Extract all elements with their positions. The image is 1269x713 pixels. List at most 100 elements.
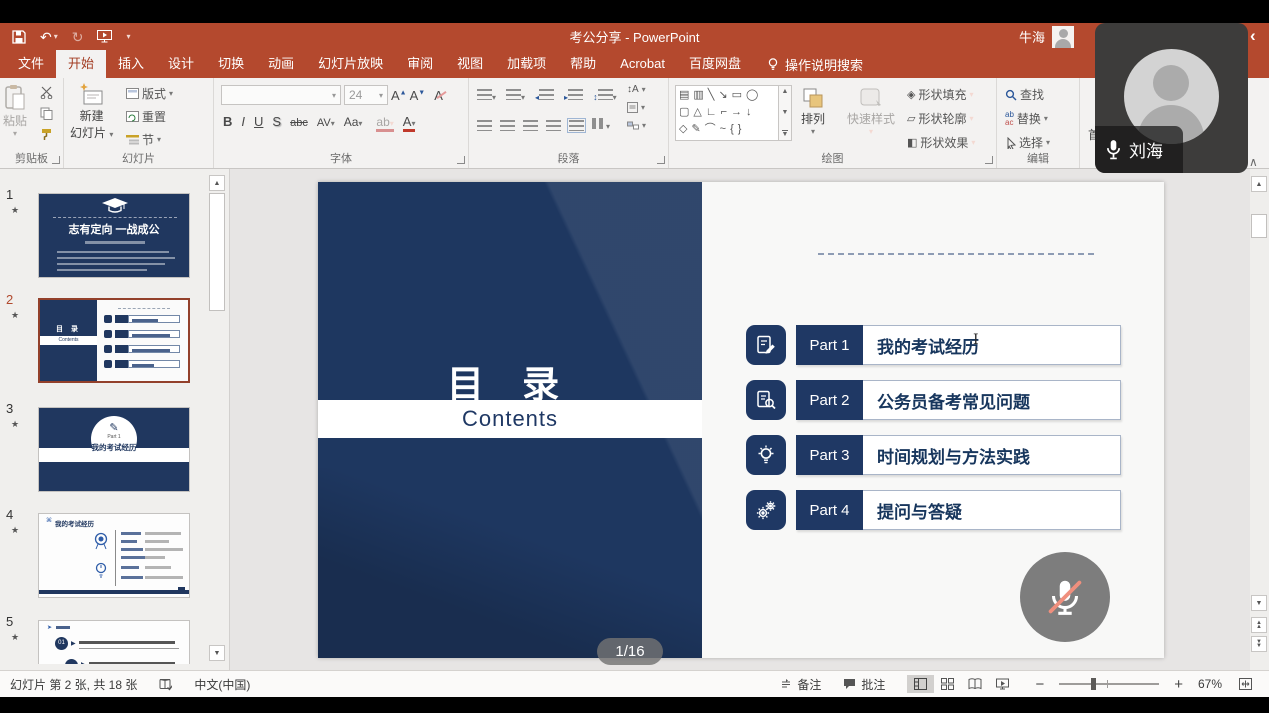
scroll-up-icon[interactable]: ▲	[209, 175, 225, 191]
slide-thumbnail-3[interactable]: ✎ Part 1 我的考试经历	[38, 407, 190, 492]
arrange-button[interactable]: 排列▾	[801, 86, 825, 136]
spellcheck-icon[interactable]	[159, 678, 172, 691]
text-direction-button[interactable]: ↕A▾	[627, 84, 646, 95]
next-slide-icon[interactable]: ▼▼	[1251, 636, 1267, 652]
zoom-level[interactable]: 67%	[1198, 677, 1222, 691]
tab-home[interactable]: 开始	[56, 50, 106, 78]
decrease-indent-button[interactable]: ◂	[535, 87, 554, 105]
tab-help[interactable]: 帮助	[558, 50, 608, 78]
start-slideshow-icon[interactable]	[97, 30, 112, 43]
account-area[interactable]: 牛海	[1019, 23, 1074, 50]
bold-button[interactable]: B	[223, 114, 232, 129]
collapse-ribbon-icon[interactable]: ∧	[1249, 155, 1258, 169]
account-avatar[interactable]	[1052, 26, 1074, 48]
format-painter-icon[interactable]	[40, 128, 53, 141]
columns-button[interactable]: ▾	[592, 116, 610, 134]
tell-me-search[interactable]: 操作说明搜索	[767, 50, 863, 78]
slide-thumbnail-1[interactable]: 志有定向 一战成公	[38, 193, 190, 278]
tab-file[interactable]: 文件	[6, 50, 56, 78]
align-left-button[interactable]	[477, 120, 492, 131]
zoom-slider-thumb[interactable]	[1091, 678, 1096, 690]
reading-view-button[interactable]	[961, 675, 989, 693]
tab-slideshow[interactable]: 幻灯片放映	[306, 50, 395, 78]
tab-design[interactable]: 设计	[156, 50, 206, 78]
toc-item-1[interactable]: Part 1我的考试经历	[746, 325, 1126, 365]
tab-animations[interactable]: 动画	[256, 50, 306, 78]
thumbnail-scrollbar[interactable]: ▲ ▼	[209, 173, 226, 665]
slideshow-view-button[interactable]	[989, 675, 1016, 693]
underline-button[interactable]: U	[254, 114, 263, 129]
grow-font-button[interactable]: A▲	[391, 88, 407, 103]
redo-icon[interactable]: ↻	[72, 30, 84, 44]
scroll-down-icon[interactable]: ▼	[1251, 595, 1267, 611]
slide-thumbnail-5[interactable]: ➤ 01 ▶ ▶	[38, 620, 190, 664]
tab-baidu-netdisk[interactable]: 百度网盘	[677, 50, 753, 78]
character-spacing-button[interactable]: AV▾	[317, 117, 335, 129]
fit-slide-to-window-icon[interactable]	[1232, 675, 1259, 693]
toc-item-3[interactable]: Part 3时间规划与方法实践	[746, 435, 1126, 475]
zoom-slider[interactable]	[1059, 683, 1159, 685]
paste-button[interactable]: 粘贴▾	[3, 84, 27, 138]
slide-thumbnail-2-selected[interactable]: 目 录 Contents	[38, 298, 190, 383]
tab-transitions[interactable]: 切换	[206, 50, 256, 78]
tab-insert[interactable]: 插入	[106, 50, 156, 78]
shape-fill-button[interactable]: ◈形状填充▾	[907, 86, 975, 103]
text-highlight-button[interactable]: ab▾	[376, 115, 393, 132]
language-status[interactable]: 中文(中国)	[194, 676, 250, 693]
font-name-combo[interactable]: ▾	[221, 85, 341, 105]
toc-item-2[interactable]: Part 2公务员备考常见问题	[746, 380, 1126, 420]
align-right-button[interactable]	[523, 120, 538, 131]
tab-addins[interactable]: 加载项	[495, 50, 558, 78]
justify-button[interactable]	[546, 120, 561, 131]
quick-styles-button[interactable]: 快速样式▾	[847, 86, 895, 136]
align-center-button[interactable]	[500, 120, 515, 131]
dialog-launcher-icon[interactable]	[52, 156, 60, 164]
toc-item-4[interactable]: Part 4提问与答疑	[746, 490, 1126, 530]
text-shadow-button[interactable]: S	[272, 114, 281, 129]
distribute-text-button[interactable]	[569, 120, 584, 131]
font-color-button[interactable]: A▾	[403, 114, 416, 132]
customize-qat-icon[interactable]: ▾	[126, 33, 130, 41]
bullets-button[interactable]: ▾	[477, 87, 496, 105]
microphone-muted-button[interactable]	[1020, 552, 1110, 642]
select-button[interactable]: 选择▾	[1005, 134, 1050, 151]
replace-button[interactable]: abac替换▾	[1005, 110, 1050, 127]
shapes-gallery-scroll[interactable]: ▲▼▼	[779, 85, 792, 141]
line-spacing-button[interactable]: ↕▾	[593, 87, 617, 105]
scrollbar-thumb[interactable]	[209, 193, 225, 311]
dialog-launcher-icon[interactable]	[457, 156, 465, 164]
shapes-gallery[interactable]: ▤▥╲↘▭◯ ▢△∟⌐→↓ ◇✎⌒~{}	[675, 85, 779, 141]
copy-icon[interactable]	[40, 107, 53, 120]
save-icon[interactable]	[12, 30, 26, 44]
section-button[interactable]: 节▾	[126, 131, 173, 148]
scrollbar-thumb[interactable]	[1251, 214, 1267, 238]
zoom-in-icon[interactable]: +	[1167, 673, 1190, 696]
normal-view-button[interactable]	[907, 675, 934, 693]
slide-thumbnail-4[interactable]: ⌘ 我的考试经历	[38, 513, 190, 598]
tab-review[interactable]: 审阅	[395, 50, 445, 78]
scroll-down-icon[interactable]: ▼	[209, 645, 225, 661]
convert-smartart-button[interactable]: ▾	[627, 120, 646, 131]
tab-acrobat[interactable]: Acrobat	[608, 50, 677, 78]
find-button[interactable]: 查找	[1005, 86, 1050, 103]
increase-indent-button[interactable]: ▸	[564, 87, 583, 105]
font-size-combo[interactable]: 24▾	[344, 85, 388, 105]
strikethrough-button[interactable]: abc	[290, 117, 308, 129]
dialog-launcher-icon[interactable]	[657, 156, 665, 164]
italic-button[interactable]: I	[241, 114, 245, 129]
meeting-panel-collapse-icon[interactable]: ‹	[1250, 26, 1256, 46]
reset-button[interactable]: 重置	[126, 108, 173, 125]
shape-outline-button[interactable]: ▱形状轮廓▾	[907, 110, 975, 127]
align-text-button[interactable]: ▾	[627, 102, 646, 113]
layout-button[interactable]: 版式▾	[126, 85, 173, 102]
undo-icon[interactable]: ↶▾	[40, 30, 58, 44]
previous-slide-icon[interactable]: ▲▲	[1251, 617, 1267, 633]
clear-formatting-button[interactable]: A	[434, 88, 443, 103]
notes-toggle[interactable]: 备注	[780, 676, 821, 693]
scroll-up-icon[interactable]: ▲	[1251, 176, 1267, 192]
participant-video-tile[interactable]: 刘海	[1095, 23, 1248, 173]
shrink-font-button[interactable]: A▼	[410, 88, 426, 103]
shape-effects-button[interactable]: ◧形状效果▾	[907, 134, 975, 151]
numbering-button[interactable]: ▾	[506, 87, 525, 105]
dialog-launcher-icon[interactable]	[985, 156, 993, 164]
